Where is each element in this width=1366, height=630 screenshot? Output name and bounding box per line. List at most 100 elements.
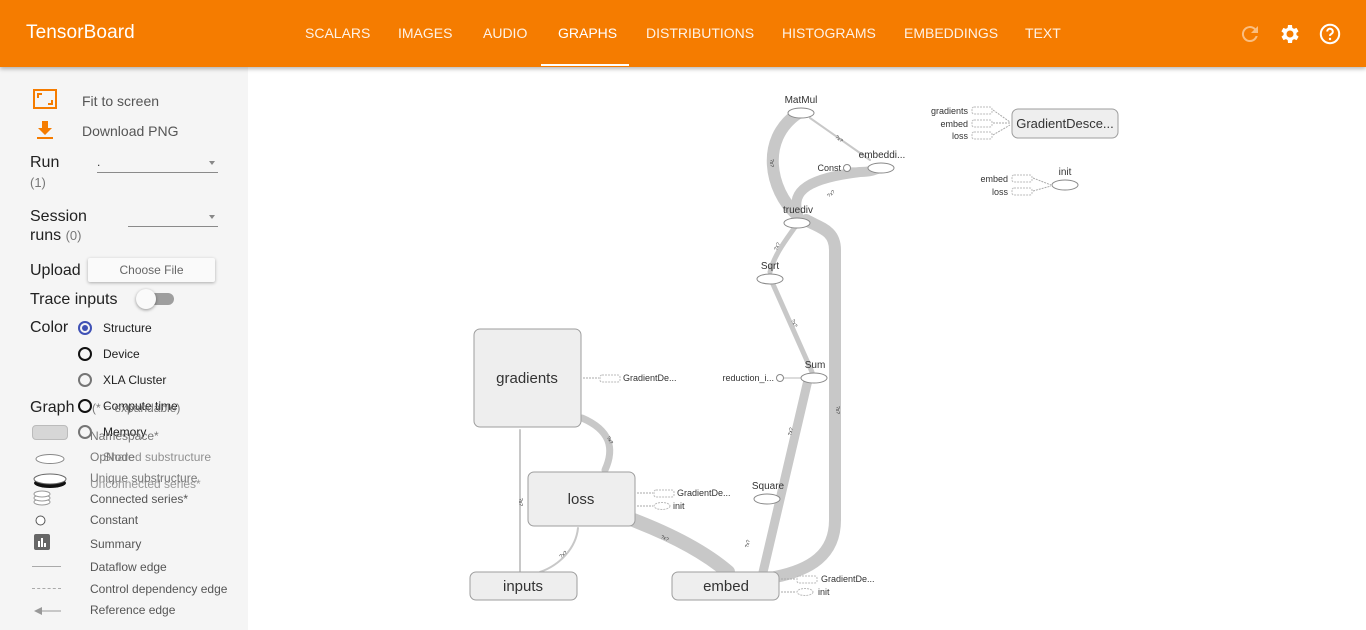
aux-label: init [673, 501, 685, 511]
refresh-icon[interactable] [1238, 22, 1262, 46]
help-icon[interactable] [1318, 22, 1342, 46]
aux-label: gradients [931, 106, 969, 116]
active-tab-indicator [541, 64, 629, 66]
trace-inputs-toggle-knob[interactable] [136, 289, 156, 309]
reference-edge-legend-icon [32, 603, 62, 621]
op-node-sum[interactable] [800, 372, 828, 384]
session-runs-label-text: runs [30, 227, 62, 244]
trace-inputs-label: Trace inputs [30, 291, 118, 308]
op-label-truediv: truediv [783, 205, 813, 216]
legend-constant: Constant [90, 513, 139, 527]
legend-dataflow-edge: Dataflow edge [90, 560, 167, 574]
op-node-sqrt[interactable] [756, 273, 784, 285]
constant-legend-icon [35, 514, 47, 532]
aux-edge [992, 109, 1011, 123]
aux-node [971, 119, 993, 128]
radio-structure-label: Structure [103, 321, 152, 335]
aux-label: GradientDe... [623, 373, 677, 383]
aux-label: embed [980, 174, 1008, 184]
aux-node [1011, 174, 1033, 183]
legend-unconnected-series: Unconnected series* [90, 477, 201, 491]
aux-label: init [818, 587, 830, 597]
namespace-legend-icon [32, 425, 68, 440]
summary-legend-icon [33, 533, 51, 556]
aux-label: loss [952, 131, 969, 141]
namespace-gradient-descent[interactable]: GradientDesce... [1011, 108, 1119, 139]
run-label: Run [30, 154, 60, 171]
aux-label: loss [992, 187, 1009, 197]
session-runs-label: Session [30, 208, 87, 225]
dataflow-edge-legend-icon [32, 566, 61, 567]
tab-images[interactable]: IMAGES [398, 0, 452, 67]
constant-const[interactable] [843, 164, 851, 172]
aux-edge [1032, 185, 1052, 192]
fit-to-screen-button[interactable]: Fit to screen [82, 93, 159, 109]
op-node-truediv[interactable] [783, 217, 811, 229]
tab-embeddings[interactable]: EMBEDDINGS [904, 0, 998, 67]
tab-text[interactable]: TEXT [1025, 0, 1061, 67]
tab-distributions[interactable]: DISTRIBUTIONS [646, 0, 754, 67]
node-label: GradientDesce... [1016, 116, 1114, 131]
run-select-value: . [97, 155, 101, 169]
namespace-loss[interactable]: loss [527, 471, 636, 527]
opnode-legend-icon [32, 452, 68, 470]
graph-svg[interactable]: ?x? ?x? ?x? ?x? ?x? ?x? ?x? ?x? ?x? ?x? … [248, 67, 1366, 630]
connected-series-legend-icon [33, 490, 53, 511]
op-label-sqrt: Sqrt [761, 261, 780, 272]
session-runs-select[interactable] [128, 209, 218, 227]
settings-gear-icon[interactable] [1278, 22, 1302, 46]
aux-node [796, 575, 818, 584]
edge-loss-inputs [539, 527, 579, 573]
aux-edge [1032, 177, 1052, 186]
namespace-inputs[interactable]: inputs [469, 571, 578, 601]
edge-label: ?x? [768, 159, 774, 167]
radio-device[interactable] [78, 347, 92, 361]
aux-node [971, 106, 993, 115]
radio-xla-cluster[interactable] [78, 373, 92, 387]
session-runs-label-2: runs (0) [30, 227, 81, 245]
node-label: embed [703, 578, 749, 595]
op-node-square[interactable] [753, 493, 781, 505]
control-dependency-edge-legend-icon [32, 588, 61, 589]
namespace-gradients[interactable]: gradients [473, 328, 582, 428]
tab-histograms[interactable]: HISTOGRAMS [782, 0, 876, 67]
tab-scalars[interactable]: SCALARS [305, 0, 370, 67]
namespace-embed[interactable]: embed [671, 571, 780, 601]
fit-to-screen-icon[interactable] [33, 89, 57, 114]
constant-reduction-indices[interactable] [776, 374, 784, 382]
node-label: inputs [503, 578, 543, 595]
color-label: Color [30, 319, 69, 336]
radio-structure[interactable] [78, 321, 92, 335]
legend-shared-substructure: Shared substructure [103, 450, 212, 464]
tab-graphs[interactable]: GRAPHS [558, 0, 617, 67]
aux-node [653, 489, 675, 498]
legend-namespace: Namespace* [90, 429, 159, 443]
edge-sum-sqrt [769, 279, 815, 375]
run-select[interactable]: . [97, 155, 218, 173]
aux-node [599, 374, 621, 383]
op-node-embedding[interactable] [867, 162, 895, 174]
toolbar: TensorBoard SCALARS IMAGES AUDIO GRAPHS … [0, 0, 1366, 67]
graph-legend-expandable-note: (* = expandable) [92, 401, 181, 415]
upload-label: Upload [30, 262, 81, 279]
op-label-embedding: embeddi... [859, 150, 906, 161]
download-png-button[interactable]: Download PNG [82, 123, 179, 139]
op-node-matmul[interactable] [787, 107, 815, 119]
edge-label: ?x? [744, 539, 752, 549]
chevron-down-icon [209, 215, 215, 219]
radio-compute-time[interactable] [78, 399, 92, 413]
constant-label-reduction-indices: reduction_i... [722, 373, 774, 383]
chevron-down-icon [209, 161, 215, 165]
run-count: (1) [30, 175, 46, 190]
op-node-init[interactable] [1051, 179, 1079, 191]
aux-node [1011, 187, 1033, 196]
download-icon[interactable] [35, 120, 55, 145]
graph-canvas[interactable]: ?x? ?x? ?x? ?x? ?x? ?x? ?x? ?x? ?x? ?x? … [248, 67, 1366, 630]
aux-node [653, 502, 671, 510]
choose-file-button[interactable]: Choose File [88, 258, 215, 282]
aux-label: GradientDe... [677, 488, 731, 498]
edge-label: ?x? [517, 498, 523, 506]
tab-audio[interactable]: AUDIO [483, 0, 527, 67]
op-label-square: Square [752, 481, 785, 492]
legend-connected-series: Connected series* [90, 492, 189, 506]
